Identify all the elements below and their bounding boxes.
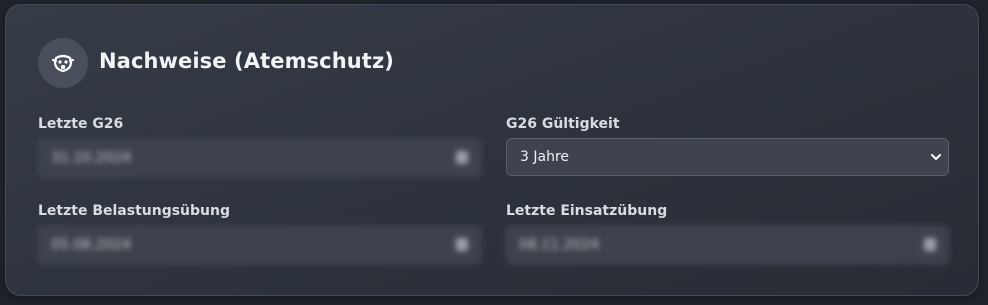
atemschutz-card: Nachweise (Atemschutz) Letzte G26 31.10.…: [5, 4, 979, 296]
section-icon-badge: [38, 38, 88, 88]
letzte-g26-label: Letzte G26: [38, 116, 124, 132]
letzte-belastungsuebung-date-input[interactable]: 05.08.2024: [38, 226, 481, 264]
calendar-icon[interactable]: [924, 238, 936, 251]
section-title: Nachweise (Atemschutz): [99, 49, 394, 73]
g26-gueltigkeit-selected-value: 3 Jahre: [520, 149, 569, 165]
g26-gueltigkeit-label: G26 Gültigkeit: [506, 116, 620, 132]
letzte-belastungsuebung-label: Letzte Belastungsübung: [38, 203, 230, 219]
letzte-einsatzuebung-date-input[interactable]: 08.11.2024: [506, 226, 949, 264]
letzte-einsatzuebung-value: 08.11.2024: [519, 237, 600, 253]
chevron-down-icon[interactable]: [929, 150, 943, 164]
letzte-einsatzuebung-label: Letzte Einsatzübung: [506, 203, 668, 219]
calendar-icon[interactable]: [456, 238, 468, 251]
respirator-mask-icon: [52, 54, 74, 73]
g26-gueltigkeit-select[interactable]: 3 Jahre: [506, 138, 949, 176]
letzte-g26-value: 31.10.2024: [51, 150, 132, 166]
letzte-g26-date-input[interactable]: 31.10.2024: [38, 139, 481, 177]
letzte-belastungsuebung-value: 05.08.2024: [51, 237, 132, 253]
calendar-icon[interactable]: [456, 151, 468, 164]
